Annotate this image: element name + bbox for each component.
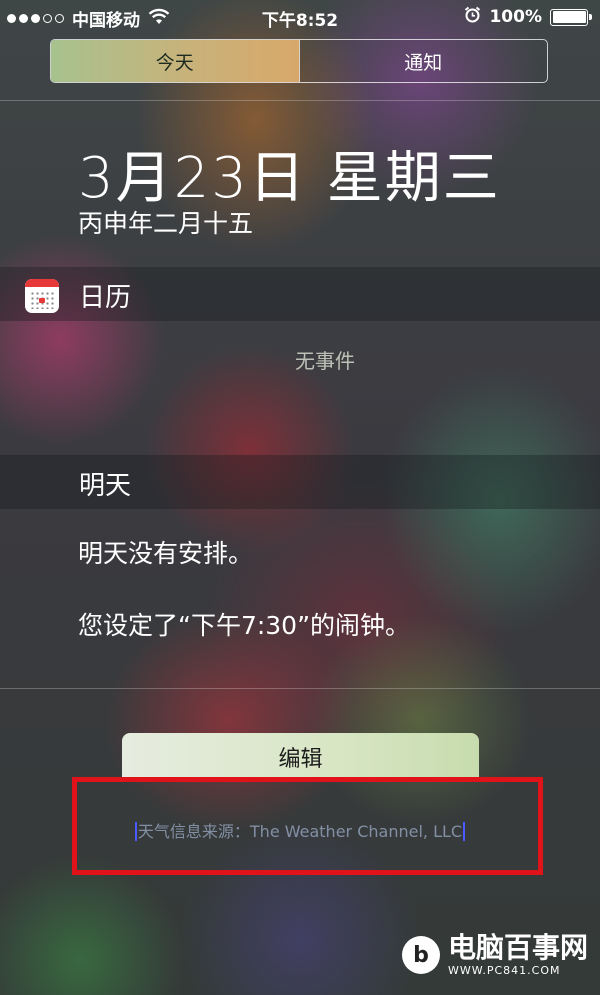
calendar-icon-header <box>25 279 59 287</box>
status-right: 100% <box>464 6 592 28</box>
tomorrow-schedule-note: 明天没有安排。 <box>78 539 254 568</box>
edit-button[interactable]: 编辑 <box>122 733 479 780</box>
watermark-text: 电脑百事网 WWW.PC841.COM <box>447 931 588 977</box>
watermark-title: 电脑百事网 <box>447 931 588 964</box>
watermark-logo: b <box>401 936 440 974</box>
today-notifications-segment: 今天 通知 <box>50 39 548 83</box>
alarm-icon <box>464 6 481 28</box>
alarm-note: 您设定了“下午7:30”的闹钟。 <box>78 611 411 640</box>
battery-percent: 100% <box>489 7 542 27</box>
tab-today[interactable]: 今天 <box>51 40 299 82</box>
tab-notifications[interactable]: 通知 <box>298 40 548 82</box>
watermark-url: WWW.PC841.COM <box>447 964 561 977</box>
battery-fill <box>552 11 586 23</box>
divider <box>0 688 600 689</box>
no-events-text: 无事件 <box>295 349 355 373</box>
status-bar: 中国移动 下午8:52 100% <box>0 0 600 34</box>
tomorrow-title: 明天 <box>79 471 132 501</box>
watermark: b 电脑百事网 WWW.PC841.COM <box>401 931 588 977</box>
today-date: 3月23日 星期三 <box>78 146 501 211</box>
battery-icon <box>550 8 592 26</box>
calendar-title: 日历 <box>79 283 132 313</box>
highlight-box <box>72 777 543 875</box>
calendar-icon-mark <box>39 298 45 303</box>
divider <box>0 100 600 101</box>
lunar-date: 丙申年二月十五 <box>78 209 254 238</box>
calendar-icon <box>25 279 59 313</box>
